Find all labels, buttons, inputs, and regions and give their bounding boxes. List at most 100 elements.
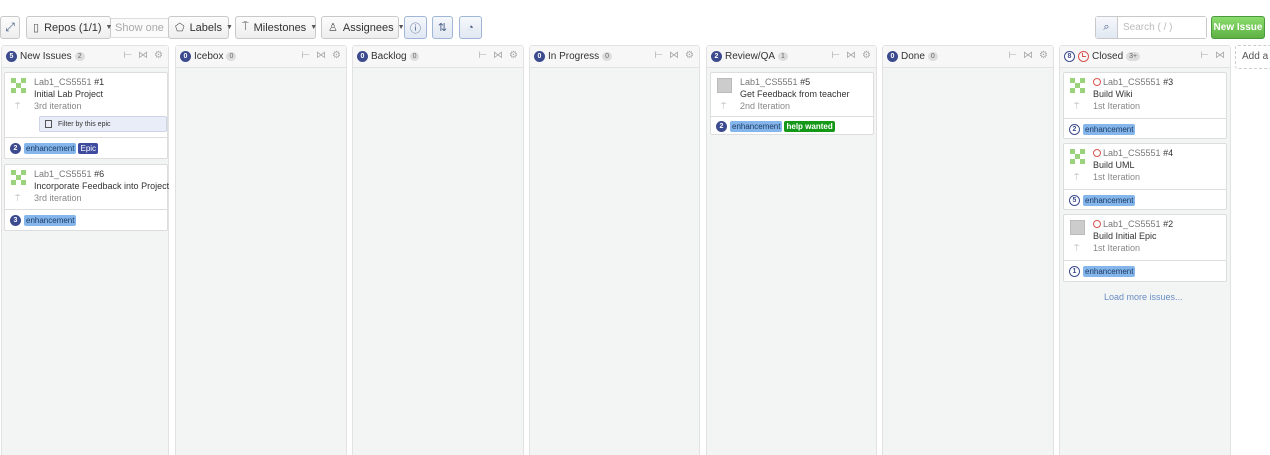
collapse-icon[interactable]: ⊢ [123, 50, 132, 61]
column-controls: ⊢ ⋈ ⚙ [123, 50, 163, 61]
column-controls: ⊢ ⋈ ⚙ [301, 50, 341, 61]
card-footer: 2 enhancement Epic [5, 137, 167, 158]
collapse-icon[interactable]: ⊢ [301, 50, 310, 61]
labels-dropdown[interactable]: ⬠ Labels ▼ [168, 16, 233, 39]
label-enhancement[interactable]: enhancement [24, 142, 77, 154]
issue-number: #6 [94, 169, 105, 179]
collapse-icon[interactable]: ⊢ [831, 50, 840, 61]
milestone-name: 1st Iteration [1093, 101, 1141, 111]
gear-icon[interactable]: ⚙ [685, 50, 694, 61]
repo-name: Lab1_CS5551 [1103, 219, 1161, 229]
issue-title[interactable]: Get Feedback from teacher [740, 89, 850, 99]
column-badge: 0 [409, 52, 420, 61]
new-issue-button[interactable]: New Issue [1211, 16, 1265, 39]
milestones-label: Milestones [253, 21, 307, 34]
milestone-name: 3rd iteration [34, 193, 82, 203]
collapse-icon[interactable]: ⊢ [654, 50, 663, 61]
gear-icon[interactable]: ⚙ [154, 50, 163, 61]
label-enhancement[interactable]: enhancement [1083, 123, 1136, 135]
issue-title[interactable]: Build Initial Epic [1093, 231, 1157, 241]
label-enhancement[interactable]: enhancement [1083, 265, 1136, 277]
issue-closed-icon [1093, 149, 1101, 157]
collapse-icon[interactable]: ⊢ [478, 50, 487, 61]
gear-icon[interactable]: ⚙ [332, 50, 341, 61]
card-footer: 1 enhancement [1064, 260, 1226, 281]
card-footer: 2 enhancement help wanted [711, 116, 873, 135]
milestone-name: 1st Iteration [1093, 172, 1141, 182]
column-backlog: 0 Backlog 0 ⊢ ⋈ ⚙ [352, 45, 524, 455]
issue-count: 8 [1064, 51, 1075, 62]
label-epic[interactable]: Epic [78, 142, 99, 154]
load-more-link[interactable]: Load more issues... [1104, 292, 1183, 302]
issue-title[interactable]: Incorporate Feedback into Project [34, 181, 169, 191]
label-enhancement[interactable]: enhancement [24, 214, 77, 226]
issue-title[interactable]: Build UML [1093, 160, 1135, 170]
issue-card[interactable]: Lab1_CS5551 #4 Build UML ⍑ 1st Iteration… [1063, 143, 1227, 210]
add-column-button[interactable]: Add a [1235, 45, 1270, 69]
issue-opened-icon: ⓘ [410, 22, 421, 35]
gear-icon[interactable]: ⚙ [509, 50, 518, 61]
issue-card[interactable]: Lab1_CS5551 #5 Get Feedback from teacher… [710, 72, 874, 135]
milestone-name: 2nd Iteration [740, 101, 791, 111]
column-controls: ⊢ ⋈ ⚙ [1008, 50, 1048, 61]
collapse-icon[interactable]: ⊢ [1008, 50, 1017, 61]
issue-card[interactable]: Lab1_CS5551 #6 Incorporate Feedback into… [4, 164, 169, 231]
search-input[interactable] [1118, 17, 1206, 38]
milestones-dropdown[interactable]: ⍑ Milestones ▼ [235, 16, 317, 39]
issue-repo[interactable]: Lab1_CS5551 #5 [740, 77, 810, 87]
column-header: 0 Backlog 0 ⊢ ⋈ ⚙ [353, 46, 523, 68]
column-title: Review/QA [725, 51, 776, 62]
closed-filter-button[interactable]: ◔ [459, 16, 482, 39]
assignees-dropdown[interactable]: ♙ Assignees ▼ [321, 16, 405, 39]
milestone-icon: ⍑ [1074, 243, 1080, 253]
story-points: 2 [10, 142, 21, 154]
split-icon[interactable]: ⋈ [138, 50, 148, 61]
column-done: 0 Done 0 ⊢ ⋈ ⚙ [882, 45, 1054, 455]
issue-title[interactable]: Build Wiki [1093, 89, 1133, 99]
column-controls: ⊢ ⋈ ⚙ [831, 50, 871, 61]
issue-count: 0 [887, 51, 898, 62]
split-icon[interactable]: ⋈ [1215, 50, 1225, 61]
label-enhancement[interactable]: enhancement [730, 120, 783, 132]
issue-repo[interactable]: Lab1_CS5551 #3 [1093, 77, 1173, 87]
tag-icon: ⬠ [175, 22, 185, 34]
issue-title[interactable]: Initial Lab Project [34, 89, 103, 99]
milestone-name: 1st Iteration [1093, 243, 1141, 253]
avatar [717, 78, 732, 93]
issue-repo[interactable]: Lab1_CS5551 #6 [34, 169, 104, 179]
issue-repo[interactable]: Lab1_CS5551 #1 [34, 77, 104, 87]
issue-repo[interactable]: Lab1_CS5551 #2 [1093, 219, 1173, 229]
issue-card[interactable]: Lab1_CS5551 #2 Build Initial Epic ⍑ 1st … [1063, 214, 1227, 282]
split-icon[interactable]: ⋈ [669, 50, 679, 61]
issue-repo[interactable]: Lab1_CS5551 #4 [1093, 148, 1173, 158]
collapse-icon[interactable]: ⊢ [1200, 50, 1209, 61]
milestone-name: 3rd iteration [34, 101, 82, 111]
issue-card[interactable]: Lab1_CS5551 #1 Initial Lab Project ⍑ 3rd… [4, 72, 168, 159]
show-one-button[interactable]: Show one [111, 18, 169, 38]
split-icon[interactable]: ⋈ [493, 50, 503, 61]
filter-by-epic-button[interactable]: Filter by this epic [39, 116, 167, 132]
person-icon: ♙ [328, 22, 338, 34]
history-icon: ◔ [467, 21, 474, 34]
pull-requests-filter-button[interactable]: ⇅ [432, 16, 453, 39]
issue-closed-icon [1093, 220, 1101, 228]
issues-filter-button[interactable]: ⓘ [404, 16, 427, 39]
repos-dropdown[interactable]: ▯ Repos (1/1) ▼ [26, 16, 112, 39]
gear-icon[interactable]: ⚙ [862, 50, 871, 61]
issue-count: 0 [534, 51, 545, 62]
column-in-progress: 0 In Progress 0 ⊢ ⋈ ⚙ [529, 45, 700, 455]
split-icon[interactable]: ⋈ [1023, 50, 1033, 61]
issue-card[interactable]: Lab1_CS5551 #3 Build Wiki ⍑ 1st Iteratio… [1063, 72, 1227, 139]
split-icon[interactable]: ⋈ [846, 50, 856, 61]
column-badge: 3+ [1126, 52, 1141, 61]
search-icon[interactable]: ⌕ [1096, 17, 1118, 38]
label-enhancement[interactable]: enhancement [1083, 194, 1136, 206]
avatar [11, 78, 26, 93]
column-header: 0 Icebox 0 ⊢ ⋈ ⚙ [176, 46, 346, 68]
fullscreen-button[interactable]: ⤢ [0, 16, 20, 39]
label-help-wanted[interactable]: help wanted [784, 120, 835, 132]
gear-icon[interactable]: ⚙ [1039, 50, 1048, 61]
issue-closed-icon [1093, 78, 1101, 86]
story-points: 5 [1069, 194, 1080, 206]
split-icon[interactable]: ⋈ [316, 50, 326, 61]
